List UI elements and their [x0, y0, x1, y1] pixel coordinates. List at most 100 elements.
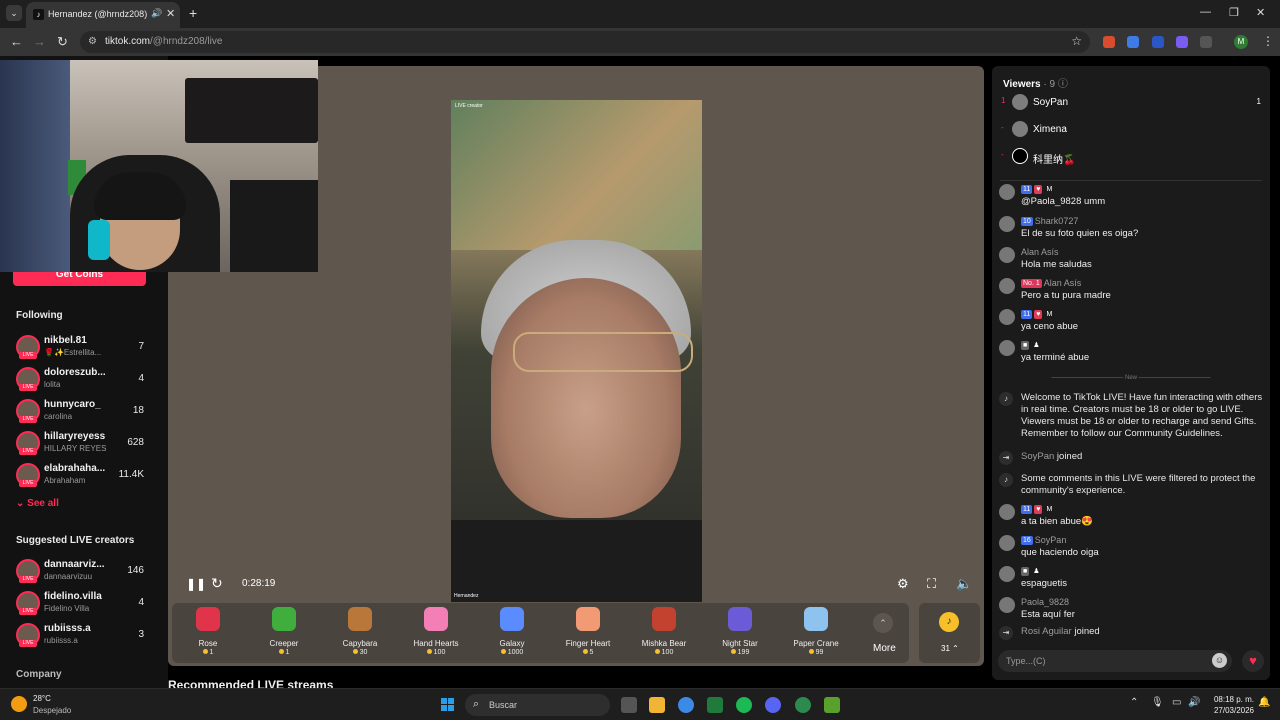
following-item[interactable]: LIVE nikbel.81 🌹✨Estrellita... 7 [16, 335, 166, 361]
more-gifts-button[interactable]: More [873, 643, 896, 654]
chat-username[interactable]: 16 SoyPan [1021, 535, 1066, 546]
weather-icon[interactable] [11, 696, 27, 712]
taskbar-search[interactable]: ⌕ Buscar [465, 694, 610, 716]
task-view-icon[interactable] [621, 697, 637, 713]
emoji-icon[interactable]: ☺ [1212, 653, 1227, 668]
windows-start-icon[interactable] [441, 698, 455, 712]
system-text: Welcome to TikTok LIVE! Have fun interac… [1021, 392, 1263, 439]
viewer-rank: 1 [1001, 96, 1006, 105]
chat-username[interactable]: No. 1 Alan Asís [1021, 278, 1081, 289]
gift-night-star[interactable]: Night Star 199 [706, 607, 774, 656]
stream-time: 0:28:19 [242, 578, 276, 589]
minecraft-icon[interactable] [824, 697, 840, 713]
address-bar[interactable]: ⚙ tiktok.com/@hrndz208/live ☆ [80, 31, 1090, 53]
gift-rose[interactable]: Rose 1 [174, 607, 242, 656]
extension-icon-1[interactable] [1103, 36, 1115, 48]
gift-mishka-bear[interactable]: Mishka Bear 100 [630, 607, 698, 656]
viewer-row[interactable]: - Ximena [1001, 121, 1263, 137]
following-item[interactable]: LIVE elabrahaha... Abrahaham 11.4K [16, 463, 166, 489]
heart-button[interactable]: ♥ [1242, 650, 1264, 672]
site-info-icon[interactable]: ⚙ [88, 36, 97, 47]
chat-username[interactable]: ■ ♟ [1021, 566, 1044, 577]
following-item[interactable]: LIVE hunnycaro_ carolina 18 [16, 399, 166, 425]
following-subtitle: HILLARY REYES [44, 444, 107, 453]
bookmark-star-icon[interactable]: ☆ [1071, 34, 1082, 48]
new-messages-separator: ———————————— New ———————————— [1051, 375, 1211, 381]
gift-hand-hearts[interactable]: Hand Hearts 100 [402, 607, 470, 656]
browser-menu-icon[interactable]: ⋮ [1262, 34, 1274, 48]
viewer-row[interactable]: - 科里纳🍒 [1001, 148, 1263, 166]
extension-icon-4[interactable] [1176, 36, 1188, 48]
suggested-item[interactable]: LIVE rubiisss.a rubiisss.a 3 [16, 623, 166, 649]
chat-username[interactable]: ■ ♟ [1021, 340, 1044, 351]
restore-button[interactable]: ❐ [1229, 6, 1239, 19]
tiktok-favicon-icon: ♪ [33, 9, 44, 20]
settings-icon[interactable]: ⚙ [897, 576, 909, 592]
gift-finger-heart[interactable]: Finger Heart 5 [554, 607, 622, 656]
gift-label: Finger Heart [565, 639, 611, 648]
gift-creeper[interactable]: Creeper 1 [250, 607, 318, 656]
webcam-chair [230, 180, 318, 272]
coin-icon [352, 649, 358, 654]
discord-icon[interactable] [765, 697, 781, 713]
coin-balance[interactable]: ♪ 31 ⌃ [919, 603, 980, 663]
extension-icon-3[interactable] [1152, 36, 1164, 48]
back-button[interactable]: ← [10, 34, 23, 49]
tab-search-button[interactable]: ⌄ [6, 5, 22, 21]
pause-icon[interactable]: ❚❚ [186, 577, 206, 591]
chat-username[interactable]: Alan Asís [1021, 247, 1059, 257]
network-icon[interactable]: ▭ [1172, 697, 1181, 708]
chrome-icon[interactable] [678, 697, 694, 713]
minimize-button[interactable]: — [1200, 6, 1211, 18]
forward-button[interactable]: → [33, 34, 46, 49]
see-all-link[interactable]: ⌄ See all [16, 498, 59, 509]
company-link[interactable]: Company [16, 669, 62, 680]
following-name: elabrahaha... [44, 463, 106, 474]
chat-username[interactable]: 10 Shark0727 [1021, 216, 1078, 227]
close-tab-icon[interactable]: ✕ [166, 7, 175, 20]
following-item[interactable]: LIVE doloreszub... lolita 4 [16, 367, 166, 393]
gift-paper-crane[interactable]: Paper Crane 99 [782, 607, 850, 656]
chat-username[interactable]: 11 ♥ M [1021, 184, 1056, 195]
fullscreen-icon[interactable]: ⛶ [927, 576, 936, 592]
avatar [1012, 148, 1028, 164]
gift-galaxy[interactable]: Galaxy 1000 [478, 607, 546, 656]
new-tab-button[interactable]: + [189, 5, 197, 21]
chat-username[interactable]: Paola_9828 [1021, 597, 1069, 607]
webcam-bed [185, 78, 318, 143]
gift-bar: Rose 1 Creeper 1 Capybara 30 Hand Hearts 100 Gal… [172, 603, 909, 663]
excel-icon[interactable] [707, 697, 723, 713]
clock[interactable]: 08:18 p. m. 27/03/2026 [1210, 694, 1254, 716]
suggested-item[interactable]: LIVE fidelino.villa Fidelino Villa 4 [16, 591, 166, 617]
sound-icon[interactable]: 🔊 [1188, 697, 1200, 708]
chevron-up-icon[interactable]: ⌃ [873, 613, 893, 633]
chrome-profile-icon[interactable] [795, 697, 811, 713]
gift-price: 199 [706, 649, 774, 656]
reload-button[interactable]: ↻ [57, 34, 68, 50]
close-window-button[interactable]: ✕ [1256, 6, 1265, 19]
suggested-item[interactable]: LIVE dannaarviz... dannaarvizuu 146 [16, 559, 166, 585]
extensions-puzzle-icon[interactable] [1200, 36, 1212, 48]
chat-text: ya ceno abue [1021, 321, 1079, 332]
get-coins-button[interactable]: Get Coins [13, 272, 146, 286]
chat-username[interactable]: 11 ♥ M [1021, 504, 1056, 515]
volume-icon[interactable]: 🔈 [956, 576, 972, 592]
following-item[interactable]: LIVE hillaryreyess HILLARY REYES 628 [16, 431, 166, 457]
refresh-icon[interactable]: ↻ [211, 575, 223, 592]
viewer-row[interactable]: 1 SoyPan 1 [1001, 94, 1263, 110]
spotify-icon[interactable] [736, 697, 752, 713]
join-icon: ⇥ [999, 451, 1013, 465]
file-explorer-icon[interactable] [649, 697, 665, 713]
microphone-icon[interactable]: 🎙 [1151, 697, 1164, 708]
live-video[interactable]: LIVE creator Hernandez [451, 100, 702, 602]
tray-chevron-icon[interactable]: ⌃ [1130, 697, 1138, 708]
chat-input[interactable]: Type...(C) ☺ [998, 650, 1232, 672]
speaker-icon[interactable]: 🔊 [151, 8, 162, 19]
chat-username[interactable]: 11 ♥ M [1021, 309, 1056, 320]
gift-capybara[interactable]: Capybara 30 [326, 607, 394, 656]
browser-tab[interactable]: ♪ Hernandez (@hrndz208) is 🔊 ✕ [26, 2, 180, 28]
notification-icon[interactable]: 🔔 [1258, 697, 1270, 708]
extension-icon-2[interactable] [1127, 36, 1139, 48]
background-painting [451, 100, 702, 250]
profile-avatar[interactable]: M [1234, 35, 1248, 49]
